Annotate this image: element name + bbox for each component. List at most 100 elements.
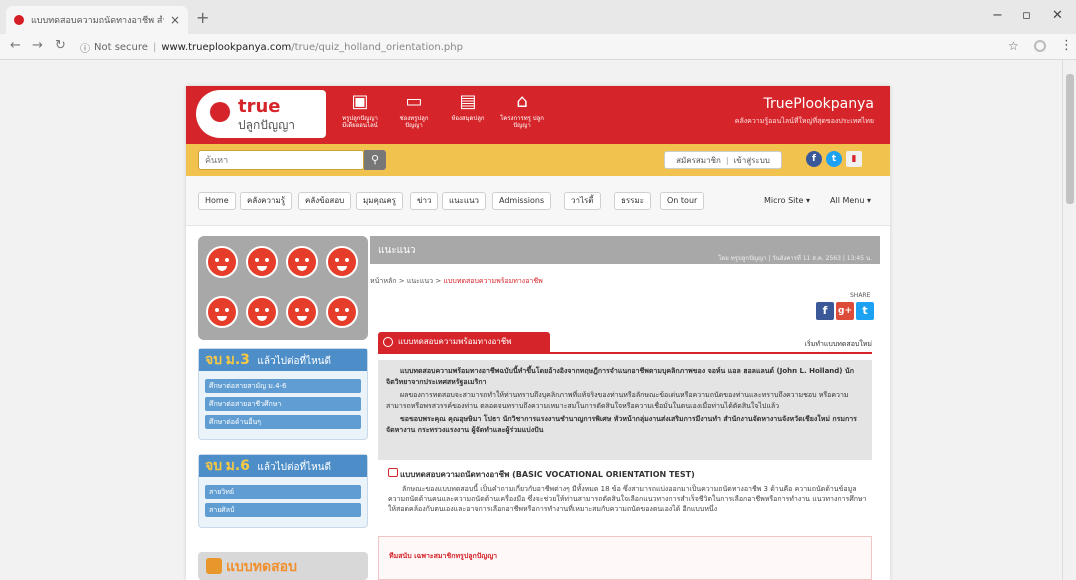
- close-window-icon[interactable]: ✕: [1052, 8, 1063, 23]
- auth-links: สมัครสมาชิก | เข้าสู่ระบบ: [664, 151, 782, 169]
- breadcrumb-separator: >: [398, 277, 407, 285]
- header-nav-label: ทรูปลูกปัญญา มีเดียออนไลน์: [342, 115, 378, 129]
- quiz-section-label: แบบทดสอบความพร้อมทางอาชีพ: [398, 337, 512, 346]
- nav-exams[interactable]: คลังข้อสอบ: [298, 192, 352, 210]
- nav-knowledge[interactable]: คลังความรู้: [240, 192, 293, 210]
- breadcrumb-home[interactable]: หน้าหลัก: [370, 277, 396, 285]
- logo-mark-icon: [202, 94, 238, 130]
- facebook-icon[interactable]: f: [806, 151, 822, 167]
- nav-variety[interactable]: วาไรตี้: [564, 192, 601, 210]
- section-title: แนะแนว: [378, 245, 416, 256]
- breadcrumb: หน้าหลัก > แนะแนว > แบบทดสอบความพร้อมทาง…: [370, 276, 543, 287]
- nav-on-tour[interactable]: On tour: [660, 192, 705, 210]
- book-icon: ▤: [459, 91, 477, 112]
- maximize-icon[interactable]: ▫: [1022, 8, 1031, 23]
- stats-icon[interactable]: ▮: [846, 151, 862, 167]
- forward-icon[interactable]: →: [32, 38, 43, 53]
- minimize-icon[interactable]: −: [992, 8, 1003, 23]
- main-nav: Home คลังความรู้ คลังข้อสอบ มุมคุณครู ข่…: [186, 176, 890, 226]
- not-secure-label: Not secure: [94, 41, 148, 53]
- header-nav-channel[interactable]: ▭ ช่องทรูปลูก ปัญญา: [390, 91, 438, 130]
- nav-teachers[interactable]: มุมคุณครู: [356, 192, 403, 210]
- breadcrumb-current[interactable]: แบบทดสอบความพร้อมทางอาชีพ: [443, 277, 542, 285]
- url-field[interactable]: ⓘ Not secure | www.trueplookpanya.com /t…: [80, 37, 1010, 57]
- grade6-box: จบ ม.6 แล้วไปต่อที่ไหนดี สายวิทย์ สายศิล…: [198, 454, 368, 528]
- tab-title: แบบทดสอบความถนัดทางอาชีพ สำหรับ: [31, 16, 164, 26]
- new-tab-icon[interactable]: +: [196, 8, 209, 27]
- grade6-link[interactable]: สายศิลป์: [205, 503, 361, 517]
- logo-text: true: [238, 96, 281, 117]
- grade3-link[interactable]: ศึกษาต่อสายสามัญ ม.4-6: [205, 379, 361, 393]
- occupation-face-icon: [286, 246, 318, 278]
- quiz-section-tab[interactable]: แบบทดสอบความพร้อมทางอาชีพ: [378, 332, 550, 352]
- site-header: true ปลูกปัญญา ▣ ทรูปลูกปัญญา มีเดียออนไ…: [186, 86, 890, 144]
- site-favicon-icon: [14, 15, 24, 25]
- header-nav-label: ช่องทรูปลูก ปัญญา: [399, 115, 429, 129]
- gear-icon: [383, 337, 393, 347]
- grade3-level: ม.3: [225, 352, 250, 368]
- quiz-icon: [206, 558, 222, 574]
- grade3-link[interactable]: ศึกษาต่อสายอาชีวศึกษา: [205, 397, 361, 411]
- occupation-face-icon: [286, 296, 318, 328]
- url-path: /true/quiz_holland_orientation.php: [291, 41, 463, 53]
- signup-link[interactable]: สมัครสมาชิก: [676, 154, 721, 167]
- nav-guidance[interactable]: แนะแนว: [442, 192, 487, 210]
- test-title: แบบทดสอบความถนัดทางอาชีพ (BASIC VOCATION…: [400, 470, 695, 479]
- grade3-link[interactable]: ศึกษาต่อด้านอื่นๆ: [205, 415, 361, 429]
- browser-menu-icon[interactable]: ⋮: [1060, 38, 1073, 53]
- occupation-icons-banner[interactable]: [198, 236, 368, 340]
- page-viewport: true ปลูกปัญญา ▣ ทรูปลูกปัญญา มีเดียออนไ…: [0, 60, 1062, 580]
- nav-admissions[interactable]: Admissions: [492, 192, 552, 210]
- page-scrollbar[interactable]: [1062, 60, 1076, 580]
- breadcrumb-guidance[interactable]: แนะแนว: [407, 277, 433, 285]
- main-content: แนะแนว โดย ทรูปลูกปัญญา | วันอังคารที่ 1…: [370, 236, 880, 580]
- search-icon[interactable]: ⚲: [364, 150, 386, 170]
- nav-news[interactable]: ข่าว: [410, 192, 439, 210]
- grade3-suffix: แล้วไปต่อที่ไหนดี: [257, 356, 331, 367]
- header-nav-project[interactable]: ⌂ โครงการทรู ปลูกปัญญา: [498, 91, 546, 130]
- nav-micro-site[interactable]: Micro Site ▾: [764, 193, 810, 209]
- reload-icon[interactable]: ↻: [55, 38, 66, 53]
- browser-tab[interactable]: แบบทดสอบความถนัดทางอาชีพ สำหรับ ×: [6, 6, 188, 34]
- bookmark-star-icon[interactable]: ☆: [1008, 39, 1019, 53]
- twitter-icon[interactable]: t: [826, 151, 842, 167]
- site-container: true ปลูกปัญญา ▣ ทรูปลูกปัญญา มีเดียออนไ…: [186, 86, 890, 580]
- grade6-title[interactable]: จบ ม.6 แล้วไปต่อที่ไหนดี: [199, 455, 367, 477]
- monitor-icon: ▭: [405, 91, 423, 112]
- building-icon: ⌂: [516, 91, 528, 112]
- occupation-face-icon: [206, 246, 238, 278]
- members-notice: ทีมสนับ เฉพาะสมาชิกทรูปลูกปัญญา: [389, 552, 498, 560]
- test-heading-icon: [388, 468, 398, 477]
- extension-icon[interactable]: [1034, 40, 1046, 52]
- info-icon[interactable]: ⓘ: [80, 40, 90, 55]
- nav-home[interactable]: Home: [198, 192, 236, 210]
- url-host: www.trueplookpanya.com: [161, 41, 292, 53]
- address-bar: ← → ↻ ⓘ Not secure | www.trueplookpanya.…: [0, 34, 1076, 60]
- nav-dharma[interactable]: ธรรมะ: [614, 192, 652, 210]
- header-nav-library[interactable]: ▤ ห้องสมุดปลูก: [444, 91, 492, 123]
- post-date: โดย ทรูปลูกปัญญา | วันอังคารที่ 11 ส.ค. …: [718, 255, 872, 262]
- search-input[interactable]: [198, 150, 364, 170]
- facebook-share-icon[interactable]: f: [816, 302, 834, 320]
- intro-paragraph: แบบทดสอบความพร้อมทางอาชีพฉบับนี้ทำขึ้นโด…: [386, 367, 854, 386]
- nav-all-menu[interactable]: All Menu ▾: [830, 193, 871, 209]
- header-nav-media[interactable]: ▣ ทรูปลูกปัญญา มีเดียออนไลน์: [336, 92, 384, 130]
- occupation-face-icon: [326, 296, 358, 328]
- scrollbar-thumb[interactable]: [1066, 74, 1074, 204]
- google-plus-share-icon[interactable]: g+: [836, 302, 854, 320]
- logo-subtext: ปลูกปัญญา: [238, 118, 296, 132]
- twitter-share-icon[interactable]: t: [856, 302, 874, 320]
- auth-separator: |: [725, 155, 729, 165]
- login-link[interactable]: เข้าสู่ระบบ: [734, 154, 770, 167]
- grade6-link[interactable]: สายวิทย์: [205, 485, 361, 499]
- occupation-face-icon: [246, 296, 278, 328]
- grade3-box: จบ ม.3 แล้วไปต่อที่ไหนดี ศึกษาต่อสายสามั…: [198, 348, 368, 440]
- grade3-title[interactable]: จบ ม.3 แล้วไปต่อที่ไหนดี: [199, 349, 367, 371]
- close-tab-icon[interactable]: ×: [170, 13, 180, 27]
- quiz-box[interactable]: แบบทดสอบ: [198, 552, 368, 580]
- occupation-face-icon: [206, 296, 238, 328]
- search-bar: ⚲ สมัครสมาชิก | เข้าสู่ระบบ f t ▮: [186, 144, 890, 176]
- restart-quiz-link[interactable]: เริ่มทำแบบทดสอบใหม่: [805, 339, 872, 350]
- grade6-prefix: จบ: [205, 458, 223, 474]
- back-icon[interactable]: ←: [10, 38, 21, 53]
